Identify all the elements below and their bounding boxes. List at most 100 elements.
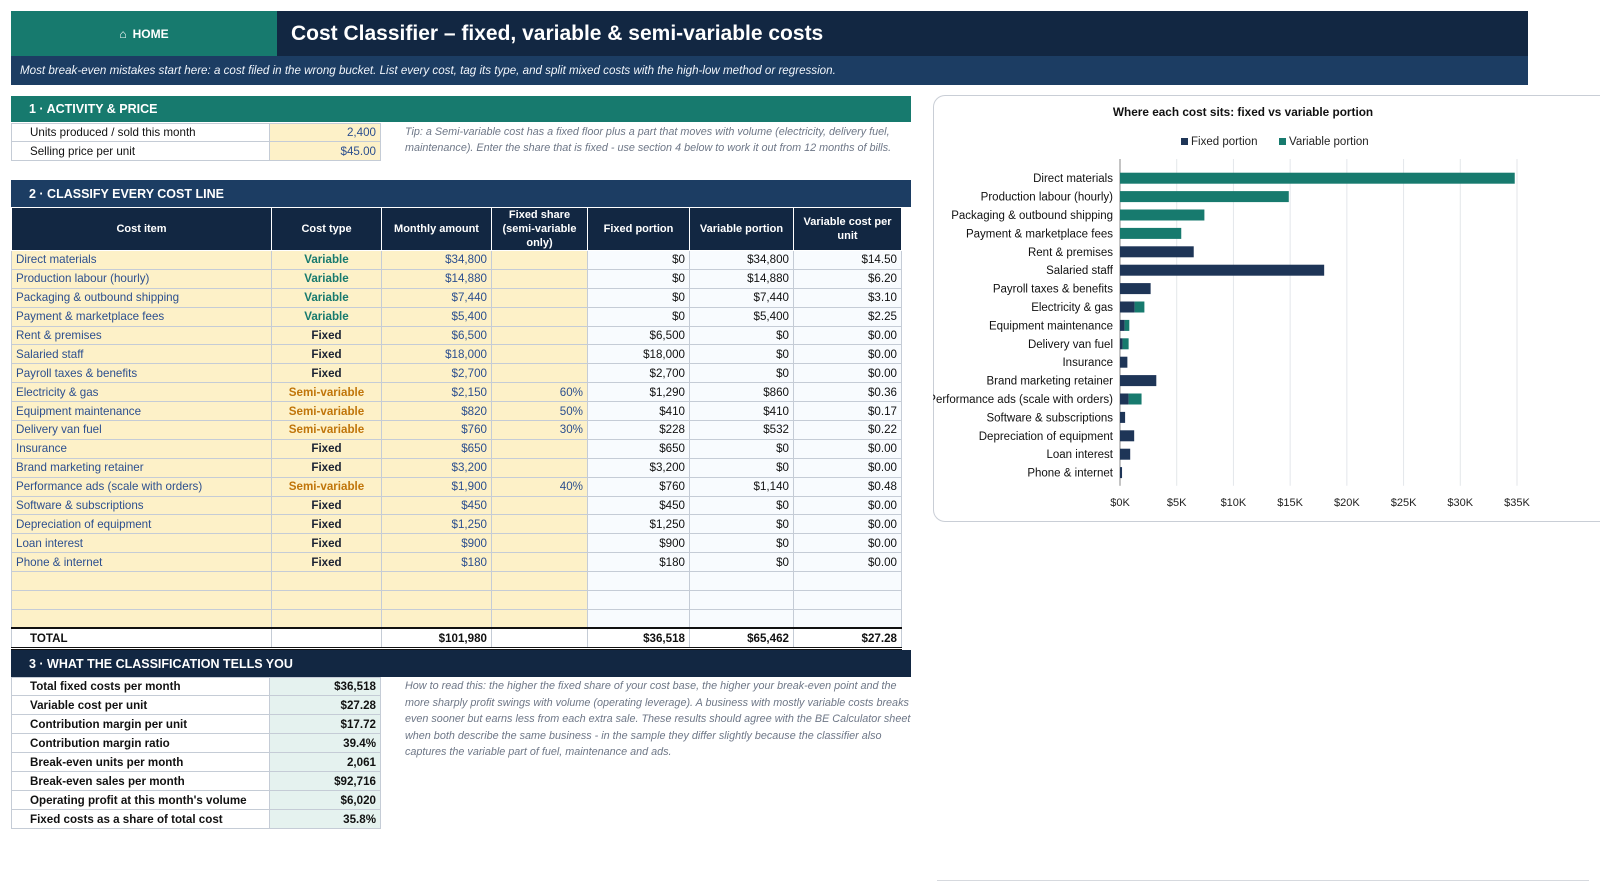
cost-type-cell[interactable]: Fixed: [271, 514, 382, 535]
cost-type-cell[interactable]: Fixed: [271, 438, 382, 459]
cost-type-cell[interactable]: Fixed: [271, 325, 382, 346]
variable-per-unit-cell: $0.22: [793, 420, 902, 440]
category-label: Delivery van fuel: [1028, 339, 1113, 351]
fixed-share-cell[interactable]: [491, 287, 588, 308]
monthly-amount-cell[interactable]: $450: [381, 495, 492, 516]
cost-type-cell[interactable]: Variable: [271, 287, 382, 308]
fixed-portion-cell: $6,500: [587, 325, 690, 346]
cost-type-cell[interactable]: Semi-variable: [271, 476, 382, 497]
cost-item-cell[interactable]: Delivery van fuel: [11, 420, 272, 440]
x-tick-label: $10K: [1221, 497, 1247, 509]
result-row: Total fixed costs per month $36,518: [11, 677, 381, 696]
fixed-share-cell[interactable]: [491, 268, 588, 289]
monthly-amount-cell[interactable]: $900: [381, 533, 492, 554]
fixed-share-cell[interactable]: 60%: [491, 382, 588, 403]
fixed-share-cell[interactable]: [491, 306, 588, 327]
fixed-share-cell[interactable]: [491, 250, 588, 270]
cost-type-cell[interactable]: Variable: [271, 306, 382, 327]
cost-item-cell[interactable]: Loan interest: [11, 533, 272, 554]
variable-portion-cell: $0: [689, 344, 794, 365]
cost-item-cell[interactable]: Payment & marketplace fees: [11, 306, 272, 327]
fixed-share-cell[interactable]: [491, 495, 588, 516]
empty-cell[interactable]: [271, 590, 382, 610]
monthly-amount-cell[interactable]: $180: [381, 552, 492, 573]
fixed-share-cell[interactable]: [491, 344, 588, 365]
category-label: Electricity & gas: [1031, 302, 1113, 314]
cost-type-cell[interactable]: Fixed: [271, 344, 382, 365]
cost-type-cell[interactable]: Fixed: [271, 457, 382, 478]
cost-item-cell[interactable]: Rent & premises: [11, 325, 272, 346]
monthly-amount-cell[interactable]: $760: [381, 420, 492, 440]
category-label: Payment & marketplace fees: [966, 228, 1113, 240]
cost-item-cell[interactable]: Insurance: [11, 438, 272, 459]
fixed-share-cell[interactable]: 30%: [491, 420, 588, 440]
cost-item-cell[interactable]: Phone & internet: [11, 552, 272, 573]
empty-cell[interactable]: [11, 608, 272, 629]
empty-cell: [491, 627, 588, 650]
cost-item-cell[interactable]: Packaging & outbound shipping: [11, 287, 272, 308]
monthly-amount-cell[interactable]: $1,250: [381, 514, 492, 535]
empty-cell[interactable]: [271, 571, 382, 592]
cost-type-cell[interactable]: Fixed: [271, 552, 382, 573]
fixed-share-cell[interactable]: 40%: [491, 476, 588, 497]
monthly-amount-cell[interactable]: $18,000: [381, 344, 492, 365]
cost-type-cell[interactable]: Variable: [271, 268, 382, 289]
monthly-amount-cell[interactable]: $6,500: [381, 325, 492, 346]
monthly-amount-cell[interactable]: $3,200: [381, 457, 492, 478]
empty-cell[interactable]: [381, 608, 492, 629]
table-row: Electricity & gas Semi-variable $2,150 60% $…: [11, 382, 902, 403]
fixed-share-cell[interactable]: [491, 457, 588, 478]
col-header: Fixed portion: [587, 207, 690, 251]
variable-per-unit-cell: $0.00: [793, 495, 902, 516]
empty-cell[interactable]: [11, 590, 272, 610]
empty-cell[interactable]: [271, 608, 382, 629]
monthly-amount-cell[interactable]: $2,700: [381, 363, 492, 384]
monthly-amount-cell[interactable]: $7,440: [381, 287, 492, 308]
cost-item-cell[interactable]: Production labour (hourly): [11, 268, 272, 289]
col-header: Fixed share (semi-variable only): [491, 207, 588, 251]
results-note: How to read this: the higher the fixed s…: [405, 680, 911, 758]
fixed-share-cell[interactable]: [491, 514, 588, 535]
cost-type-cell[interactable]: Semi-variable: [271, 401, 382, 422]
units-input[interactable]: 2,400: [270, 124, 380, 141]
price-input[interactable]: $45.00: [270, 142, 380, 160]
cost-type-cell[interactable]: Semi-variable: [271, 382, 382, 403]
fixed-share-cell[interactable]: [491, 325, 588, 346]
empty-cell[interactable]: [381, 571, 492, 592]
cost-item-cell[interactable]: Electricity & gas: [11, 382, 272, 403]
cost-item-cell[interactable]: Equipment maintenance: [11, 401, 272, 422]
fixed-share-cell[interactable]: [491, 533, 588, 554]
empty-cell[interactable]: [491, 571, 588, 592]
cost-item-cell[interactable]: Depreciation of equipment: [11, 514, 272, 535]
fixed-share-cell[interactable]: [491, 438, 588, 459]
cost-type-cell[interactable]: Variable: [271, 250, 382, 270]
cost-item-cell[interactable]: Direct materials: [11, 250, 272, 270]
fixed-share-cell[interactable]: 50%: [491, 401, 588, 422]
cost-type-cell[interactable]: Fixed: [271, 363, 382, 384]
empty-cell[interactable]: [491, 590, 588, 610]
cost-item-cell[interactable]: Performance ads (scale with orders): [11, 476, 272, 497]
cost-item-cell[interactable]: Salaried staff: [11, 344, 272, 365]
empty-cell[interactable]: [11, 571, 272, 592]
monthly-amount-cell[interactable]: $14,880: [381, 268, 492, 289]
cost-type-cell[interactable]: Fixed: [271, 495, 382, 516]
fixed-share-cell[interactable]: [491, 552, 588, 573]
table-row: Salaried staff Fixed $18,000 $18,000 $0 $0.00: [11, 344, 902, 365]
monthly-amount-cell[interactable]: $5,400: [381, 306, 492, 327]
variable-portion-cell: $0: [689, 495, 794, 516]
monthly-amount-cell[interactable]: $1,900: [381, 476, 492, 497]
monthly-amount-cell[interactable]: $650: [381, 438, 492, 459]
variable-bar: [1120, 209, 1205, 221]
monthly-amount-cell[interactable]: $2,150: [381, 382, 492, 403]
home-button[interactable]: ⌂ HOME: [11, 11, 277, 56]
monthly-amount-cell[interactable]: $820: [381, 401, 492, 422]
cost-type-cell[interactable]: Fixed: [271, 533, 382, 554]
cost-item-cell[interactable]: Software & subscriptions: [11, 495, 272, 516]
cost-item-cell[interactable]: Payroll taxes & benefits: [11, 363, 272, 384]
monthly-amount-cell[interactable]: $34,800: [381, 250, 492, 270]
empty-cell[interactable]: [491, 608, 588, 629]
empty-cell[interactable]: [381, 590, 492, 610]
cost-item-cell[interactable]: Brand marketing retainer: [11, 457, 272, 478]
cost-type-cell[interactable]: Semi-variable: [271, 420, 382, 440]
fixed-share-cell[interactable]: [491, 363, 588, 384]
